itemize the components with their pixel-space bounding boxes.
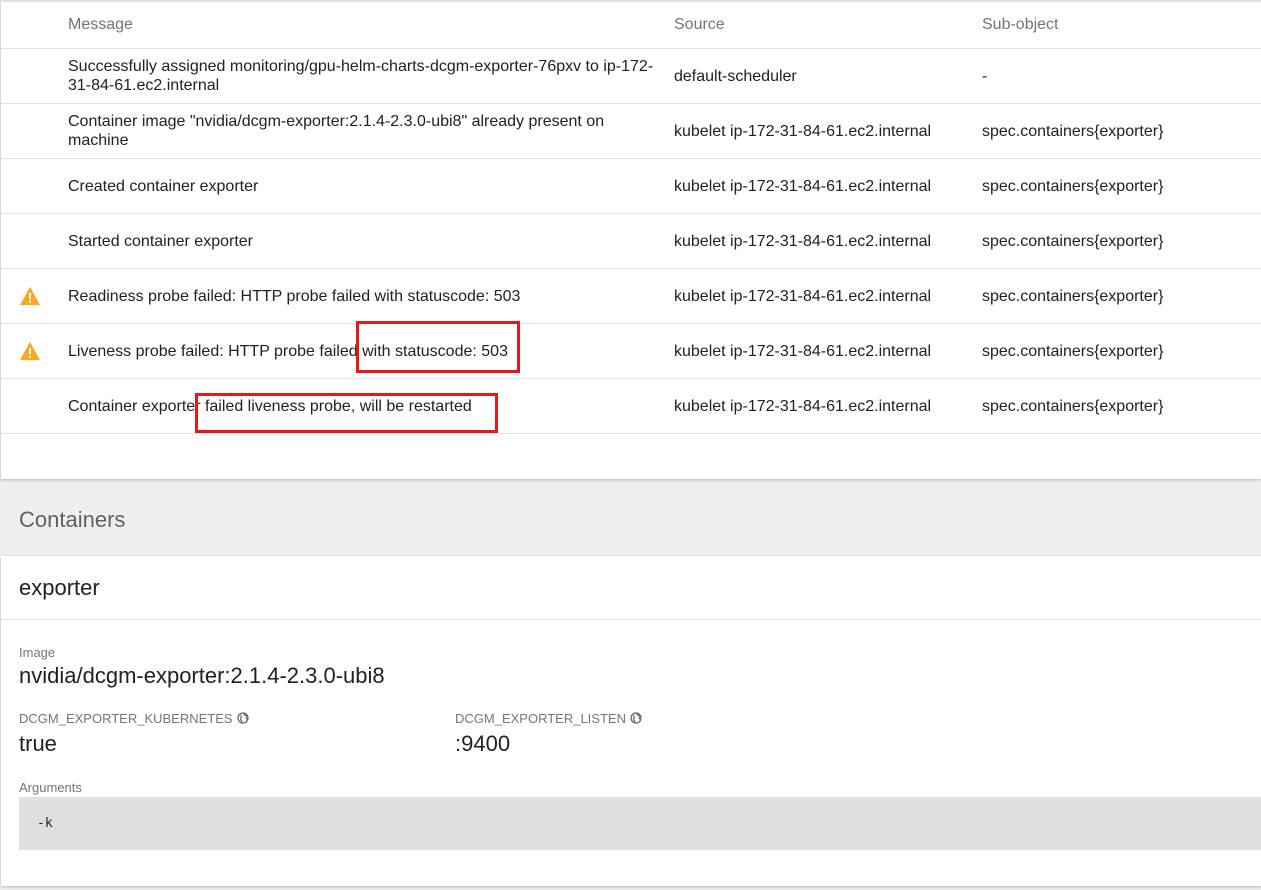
table-row: Started container exporter kubelet ip-17… xyxy=(1,214,1261,269)
env-var-value: :9400 xyxy=(455,731,511,756)
globe-icon xyxy=(630,712,642,724)
column-header-source[interactable]: Source xyxy=(674,16,974,34)
event-source: kubelet ip-172-31-84-61.ec2.internal xyxy=(674,122,932,140)
event-sub-object: spec.containers{exporter} xyxy=(982,232,1164,250)
arguments-value: -k xyxy=(37,816,53,831)
event-source: kubelet ip-172-31-84-61.ec2.internal xyxy=(674,287,932,305)
event-source: kubelet ip-172-31-84-61.ec2.internal xyxy=(674,342,932,360)
table-row: Readiness probe failed: HTTP probe faile… xyxy=(1,269,1261,324)
event-message: Liveness probe failed: HTTP probe failed… xyxy=(68,342,508,360)
event-message: Started container exporter xyxy=(68,232,253,250)
arguments-box: -k xyxy=(19,797,1261,850)
warning-icon xyxy=(20,341,40,361)
event-sub-object: spec.containers{exporter} xyxy=(982,287,1164,305)
image-label: Image xyxy=(19,645,56,660)
event-sub-object: - xyxy=(982,67,988,85)
table-row: Created container exporter kubelet ip-17… xyxy=(1,159,1261,214)
event-message: Readiness probe failed: HTTP probe faile… xyxy=(68,287,521,305)
warning-icon xyxy=(20,286,40,306)
env-var-name: DCGM_EXPORTER_LISTEN xyxy=(455,711,642,726)
env-var-name-text: DCGM_EXPORTER_LISTEN xyxy=(455,711,626,726)
event-sub-object: spec.containers{exporter} xyxy=(982,177,1164,195)
env-var-name-text: DCGM_EXPORTER_KUBERNETES xyxy=(19,711,233,726)
column-header-message[interactable]: Message xyxy=(68,16,660,34)
container-card-header: exporter xyxy=(1,556,1261,620)
column-header-sub-object[interactable]: Sub-object xyxy=(982,16,1252,34)
table-row: Container image "nvidia/dcgm-exporter:2.… xyxy=(1,104,1261,159)
containers-section-title: Containers xyxy=(19,507,126,532)
event-source: default-scheduler xyxy=(674,67,797,85)
event-message: Container image "nvidia/dcgm-exporter:2.… xyxy=(68,113,605,149)
table-row: Container exporter failed liveness probe… xyxy=(1,379,1261,434)
globe-icon xyxy=(236,712,249,724)
event-sub-object: spec.containers{exporter} xyxy=(982,342,1164,360)
event-message: Successfully assigned monitoring/gpu-hel… xyxy=(68,58,654,94)
container-name: exporter xyxy=(19,575,100,600)
table-row: Successfully assigned monitoring/gpu-hel… xyxy=(1,49,1261,104)
events-table: Message Source Sub-object Successfully a… xyxy=(1,0,1261,479)
env-var-value: true xyxy=(19,731,57,756)
table-row: Liveness probe failed: HTTP probe failed… xyxy=(1,324,1261,379)
env-var-name: DCGM_EXPORTER_KUBERNETES xyxy=(19,711,249,726)
page: Message Source Sub-object Successfully a… xyxy=(0,0,1261,890)
event-source: kubelet ip-172-31-84-61.ec2.internal xyxy=(674,397,932,415)
event-sub-object: spec.containers{exporter} xyxy=(982,397,1164,415)
event-message: Created container exporter xyxy=(68,177,259,195)
events-table-header: Message Source Sub-object xyxy=(1,2,1261,49)
arguments-label: Arguments xyxy=(19,780,82,795)
event-message: Container exporter failed liveness probe… xyxy=(68,397,472,415)
event-source: kubelet ip-172-31-84-61.ec2.internal xyxy=(674,232,932,250)
event-sub-object: spec.containers{exporter} xyxy=(982,122,1164,140)
image-value: nvidia/dcgm-exporter:2.1.4-2.3.0-ubi8 xyxy=(19,663,385,688)
event-source: kubelet ip-172-31-84-61.ec2.internal xyxy=(674,177,932,195)
container-card: exporter Image nvidia/dcgm-exporter:2.1.… xyxy=(1,556,1261,886)
